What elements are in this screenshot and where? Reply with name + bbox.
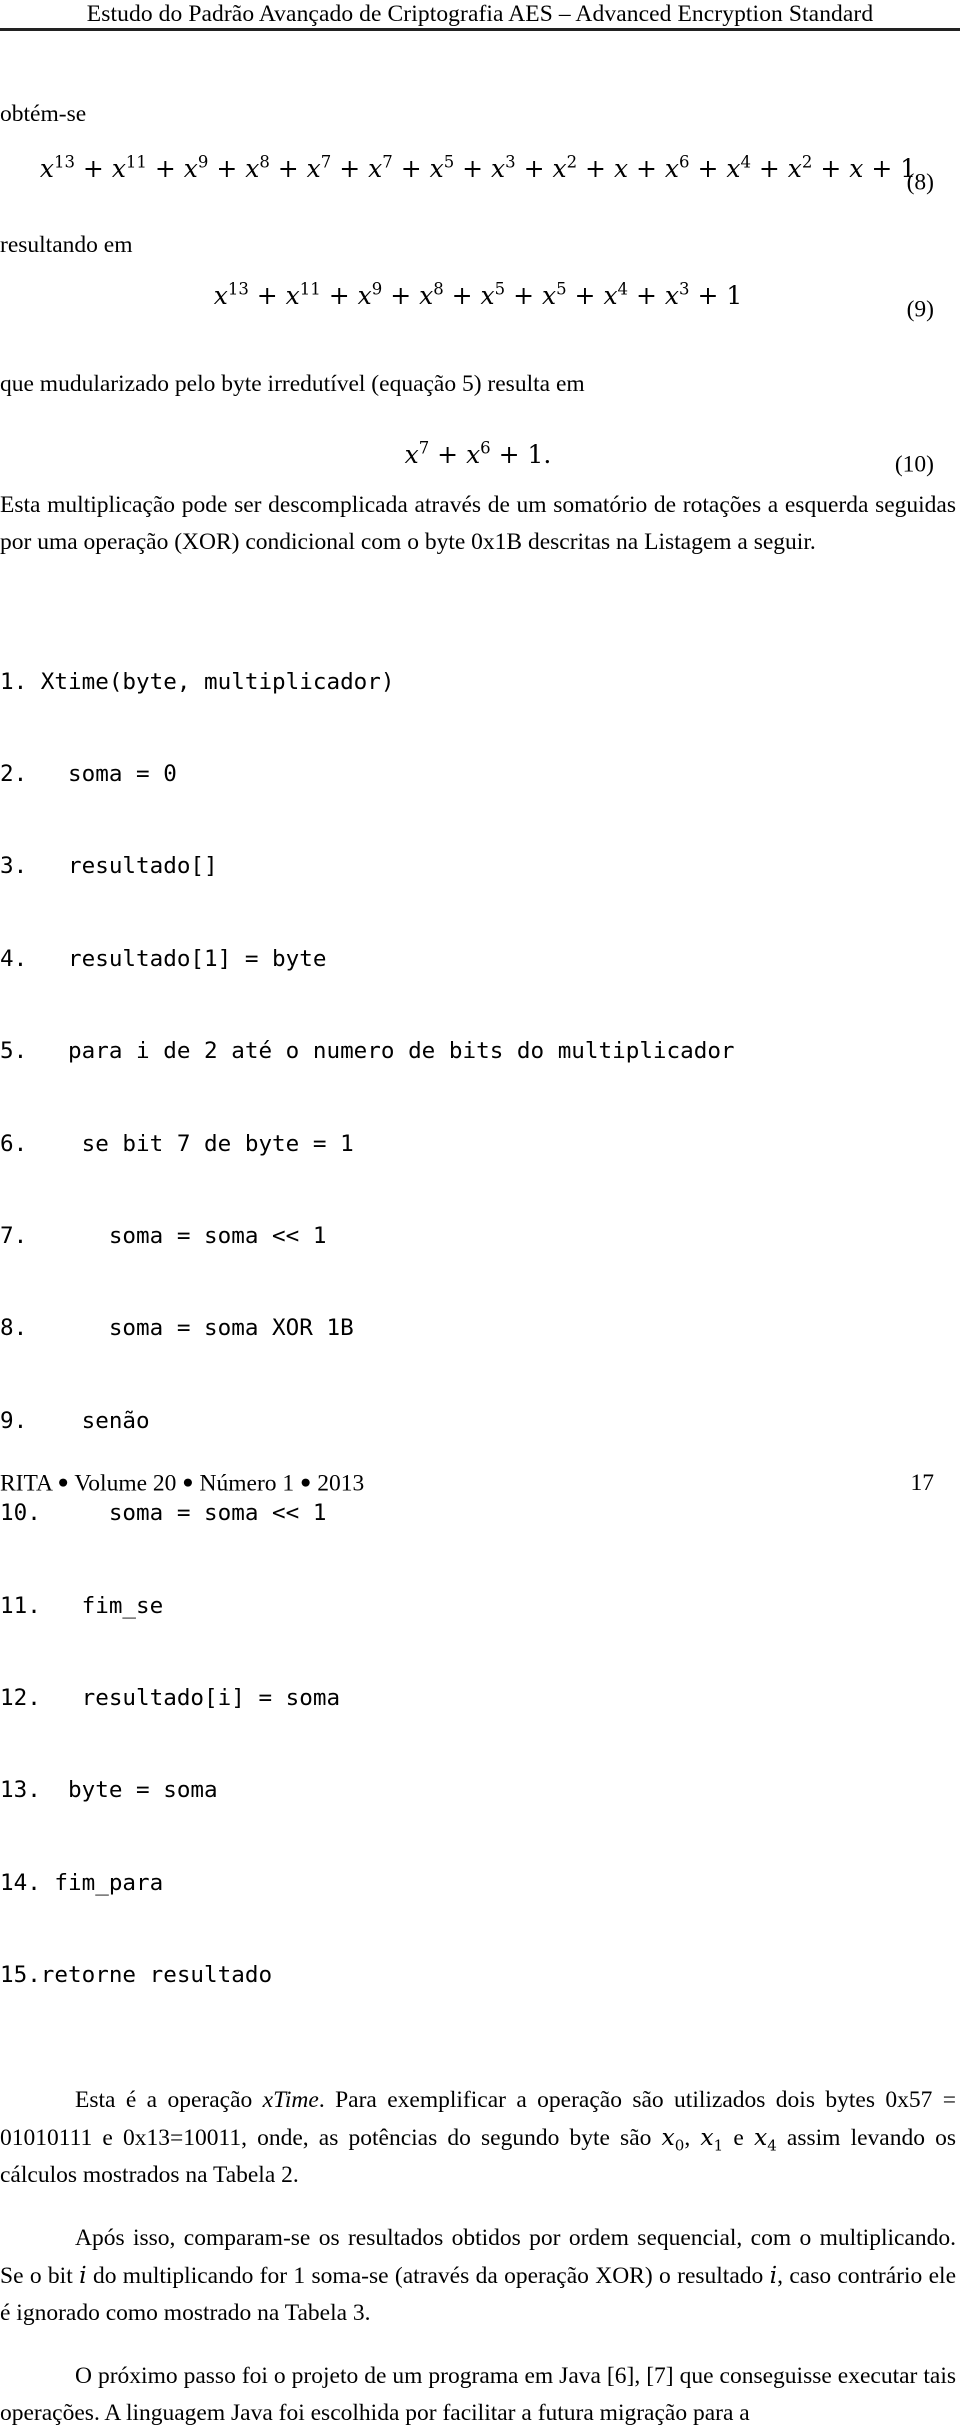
code-line-11: 11. fim_se: [0, 1592, 164, 1619]
equation-10-row: x7 + x6 + 1. (10): [0, 438, 956, 489]
equation-8-number: (8): [906, 169, 934, 196]
inline-math-i-second: i: [769, 2261, 778, 2290]
footer-journal: RITA: [0, 1470, 52, 1497]
code-listing: 1. Xtime(byte, multiplicador) 2. soma = …: [0, 605, 956, 2052]
x0-base: x: [661, 2123, 675, 2152]
paragraph-xtime-intro: Esta multiplicação pode ser descomplicad…: [0, 492, 956, 555]
comparacao-text-b: do multiplicando for 1 soma-se (através …: [86, 2263, 770, 2290]
equation-9-number: (9): [906, 296, 934, 323]
code-line-1: 1. Xtime(byte, multiplicador): [0, 668, 395, 695]
footer-year: 2013: [317, 1470, 365, 1497]
code-line-13: 13. byte = soma: [0, 1777, 218, 1804]
page-content: obtém-se x13 + x11 + x9 + x8 + x7 + x7 +…: [0, 96, 956, 2432]
header-rule-divider: [0, 28, 960, 31]
xtime-emphasis: xTime: [262, 2087, 319, 2114]
code-line-12: 12. resultado[i] = soma: [0, 1684, 341, 1711]
code-line-15: 15.retorne resultado: [0, 1962, 273, 1989]
code-line-3: 3. resultado[]: [0, 853, 218, 880]
code-line-9: 9. senão: [0, 1407, 150, 1434]
inline-math-x0: x0: [661, 2123, 685, 2153]
code-line-2: 2. soma = 0: [0, 760, 177, 787]
code-line-7: 7. soma = soma << 1: [0, 1222, 327, 1249]
code-line-4: 4. resultado[1] = byte: [0, 945, 327, 972]
inline-math-i-first: i: [79, 2261, 87, 2290]
code-line-8: 8. soma = soma XOR 1B: [0, 1315, 354, 1342]
equation-8: x13 + x11 + x9 + x8 + x7 + x7 + x5 + x3 …: [39, 152, 917, 183]
code-line-6: 6. se bit 7 de byte = 1: [0, 1130, 354, 1157]
footer-separator-2: ●: [182, 1472, 194, 1493]
paragraph-comparacao: Após isso, comparam-se os resultados obt…: [0, 2220, 956, 2332]
x1-subscript: 1: [713, 2137, 724, 2156]
paragraph-resultando-em: resultando em: [0, 232, 133, 258]
header-title: Estudo do Padrão Avançado de Criptografi…: [86, 1, 874, 27]
xtime-text-d: e: [723, 2125, 754, 2152]
footer-citation: RITA ● Volume 20 ● Número 1 ● 2013: [0, 1468, 364, 1498]
footer-issue: Número 1: [199, 1470, 295, 1497]
footer-separator-3: ●: [300, 1472, 312, 1493]
x4-base: x: [753, 2123, 768, 2152]
paragraph-mudularizado: que mudularizado pelo byte irredutível (…: [0, 371, 585, 397]
code-line-10: 10. soma = soma << 1: [0, 1500, 327, 1527]
x4-subscript: 4: [767, 2137, 777, 2156]
paragraph-obtem-se: obtém-se: [0, 101, 87, 127]
footer-page-number: 17: [910, 1470, 935, 1496]
equation-10: x7 + x6 + 1.: [404, 438, 552, 469]
code-line-14: 14. fim_para: [0, 1869, 164, 1896]
xtime-text-c: ,: [684, 2125, 701, 2152]
footer-separator-1: ●: [57, 1472, 69, 1493]
running-header: Estudo do Padrão Avançado de Criptografi…: [0, 0, 960, 28]
equation-10-number: (10): [894, 451, 934, 478]
paragraph-java: O próximo passo foi o projeto de um prog…: [0, 2363, 956, 2427]
x1-base: x: [700, 2123, 714, 2152]
xtime-text-a: Esta é a operação: [75, 2087, 263, 2114]
inline-math-x1: x1: [700, 2123, 723, 2153]
footer-volume: Volume 20: [74, 1470, 177, 1497]
equation-9-row: x13 + x11 + x9 + x8 + x5 + x5 + x4 + x3 …: [0, 279, 956, 338]
document-page: Estudo do Padrão Avançado de Criptografi…: [0, 0, 960, 2426]
equation-9: x13 + x11 + x9 + x8 + x5 + x5 + x4 + x3 …: [213, 279, 743, 310]
inline-math-x4: x4: [753, 2123, 777, 2153]
x0-subscript: 0: [674, 2137, 685, 2156]
code-line-5: 5. para i de 2 até o numero de bits do m…: [0, 1038, 735, 1065]
equation-8-row: x13 + x11 + x9 + x8 + x7 + x7 + x5 + x3 …: [0, 152, 956, 211]
paragraph-xtime-example: Esta é a operação xTime. Para exemplific…: [0, 2082, 956, 2194]
